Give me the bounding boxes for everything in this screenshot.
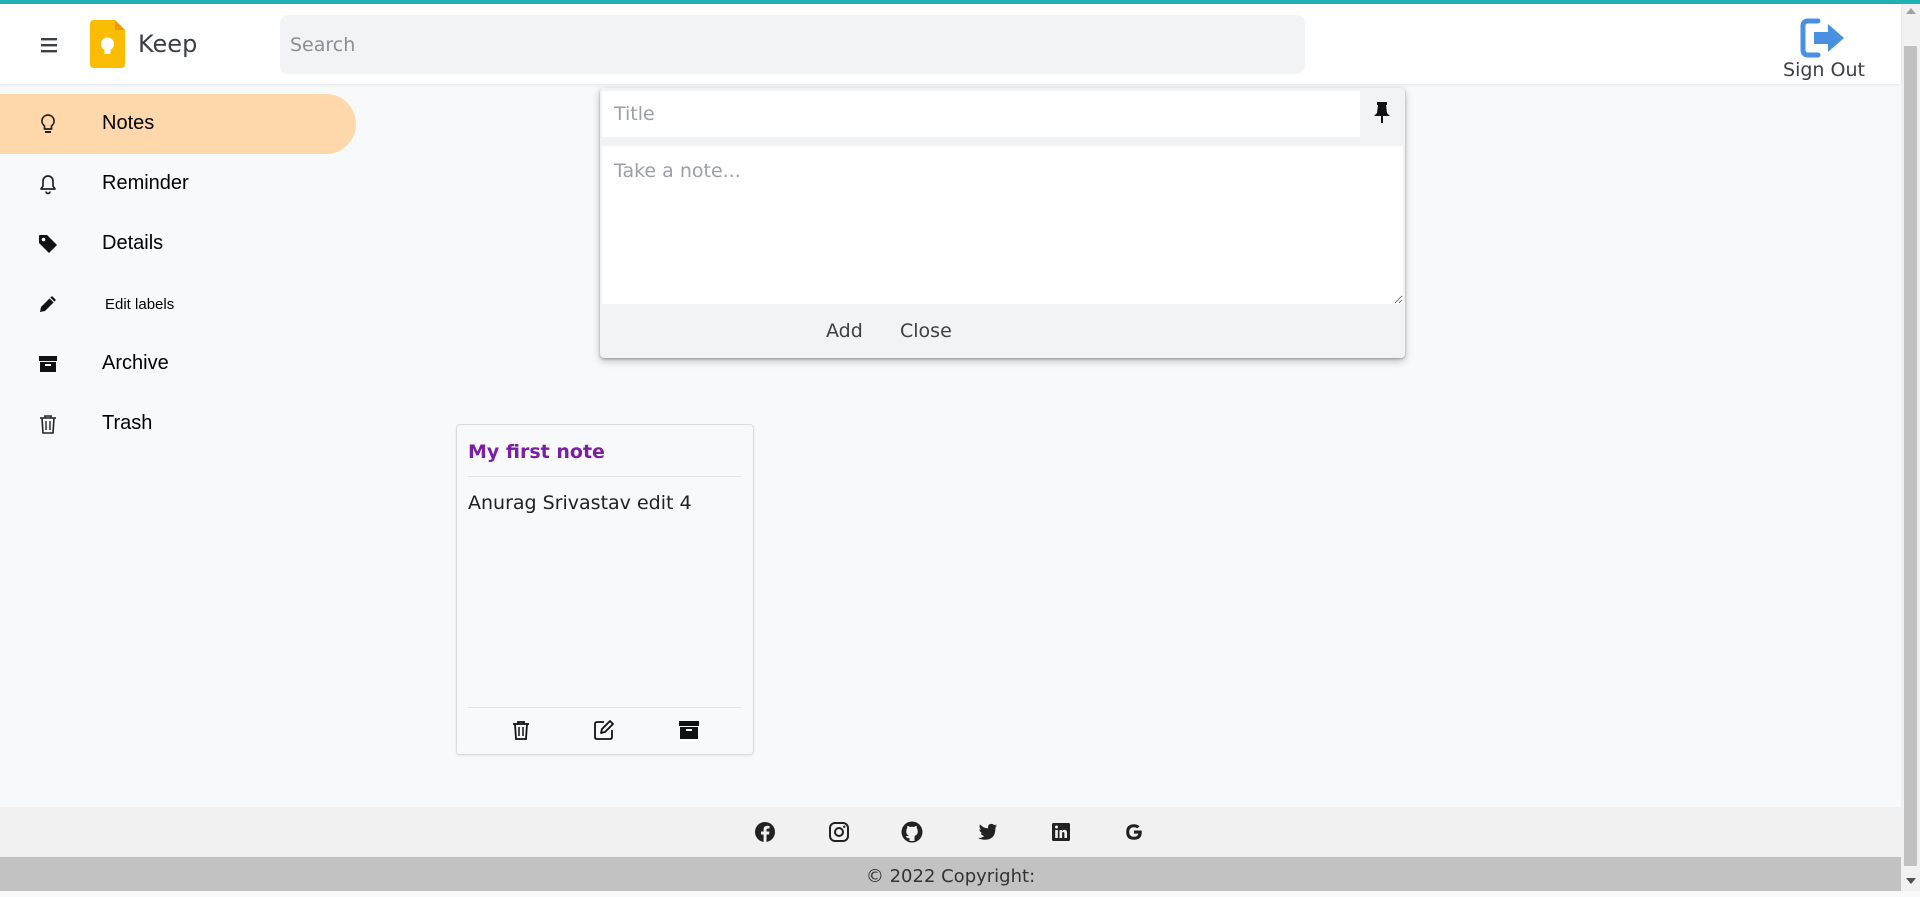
add-note-button[interactable]: Add bbox=[826, 320, 863, 342]
github-icon bbox=[900, 820, 924, 844]
linkedin-link[interactable] bbox=[1049, 820, 1073, 844]
page-scrollbar[interactable] bbox=[1901, 4, 1920, 891]
archive-icon bbox=[677, 718, 701, 742]
edit-icon bbox=[592, 718, 616, 742]
github-link[interactable] bbox=[900, 820, 924, 844]
sidebar-item-label: Archive bbox=[102, 352, 169, 375]
pin-icon bbox=[1370, 100, 1394, 126]
sidebar-item-notes[interactable]: Notes bbox=[0, 94, 356, 154]
sidebar-item-label: Trash bbox=[102, 412, 152, 435]
archive-note-button[interactable] bbox=[677, 718, 701, 742]
app-header: Keep Sign Out bbox=[0, 4, 1901, 84]
sidebar-item-label: Notes bbox=[102, 112, 154, 135]
instagram-icon bbox=[827, 820, 851, 844]
lightbulb-icon bbox=[36, 112, 60, 136]
hamburger-menu-icon bbox=[34, 32, 64, 58]
sidebar-item-reminder[interactable]: Reminder bbox=[0, 154, 356, 214]
archive-icon bbox=[36, 352, 60, 376]
close-composer-button[interactable]: Close bbox=[900, 320, 952, 342]
sign-out-icon bbox=[1800, 18, 1848, 58]
keep-logo-icon bbox=[90, 20, 125, 68]
twitter-link[interactable] bbox=[975, 820, 999, 844]
note-body: Anurag Srivastav edit 4 bbox=[468, 492, 692, 514]
pencil-icon bbox=[36, 292, 60, 316]
sidebar-item-edit-labels[interactable]: Edit labels bbox=[0, 274, 356, 334]
edit-note-button[interactable] bbox=[592, 718, 616, 742]
scrollbar-thumb[interactable] bbox=[1904, 46, 1917, 866]
sidebar-item-label: Reminder bbox=[102, 172, 189, 195]
note-title-input[interactable] bbox=[602, 91, 1360, 137]
note-title: My first note bbox=[468, 441, 605, 463]
trash-icon bbox=[509, 718, 533, 742]
sidebar-item-trash[interactable]: Trash bbox=[0, 394, 356, 454]
scroll-up-arrow-icon[interactable] bbox=[1906, 8, 1916, 14]
note-divider bbox=[468, 476, 742, 477]
keep-logo bbox=[90, 20, 125, 68]
linkedin-icon bbox=[1049, 820, 1073, 844]
tag-icon bbox=[36, 232, 60, 256]
bell-icon bbox=[36, 172, 60, 196]
sidebar-nav: Notes Reminder Details Edit labels Archi… bbox=[0, 94, 360, 454]
facebook-link[interactable] bbox=[753, 820, 777, 844]
scroll-down-arrow-icon[interactable] bbox=[1906, 878, 1916, 884]
delete-note-button[interactable] bbox=[509, 718, 533, 742]
google-icon bbox=[1122, 820, 1146, 844]
sidebar-item-archive[interactable]: Archive bbox=[0, 334, 356, 394]
note-composer: Add Close bbox=[600, 88, 1405, 358]
google-link[interactable] bbox=[1122, 820, 1146, 844]
sidebar-item-label: Edit labels bbox=[105, 296, 174, 313]
app-brand-name: Keep bbox=[138, 30, 197, 58]
sidebar-item-label: Details bbox=[102, 232, 163, 255]
main-menu-button[interactable] bbox=[34, 32, 64, 58]
note-body-textarea[interactable] bbox=[602, 146, 1403, 304]
footer-social-bar bbox=[0, 807, 1901, 857]
note-card[interactable]: My first note Anurag Srivastav edit 4 bbox=[456, 424, 754, 755]
facebook-icon bbox=[753, 820, 777, 844]
footer-copyright: © 2022 Copyright: bbox=[0, 857, 1901, 891]
sign-out-label: Sign Out bbox=[1764, 59, 1884, 81]
sidebar-item-details[interactable]: Details bbox=[0, 214, 356, 274]
search-input[interactable] bbox=[280, 15, 1305, 74]
instagram-link[interactable] bbox=[827, 820, 851, 844]
sign-out-button[interactable]: Sign Out bbox=[1764, 18, 1884, 80]
note-divider bbox=[468, 707, 742, 708]
trash-icon bbox=[36, 412, 60, 436]
pin-note-button[interactable] bbox=[1370, 100, 1394, 126]
twitter-icon bbox=[975, 820, 999, 844]
